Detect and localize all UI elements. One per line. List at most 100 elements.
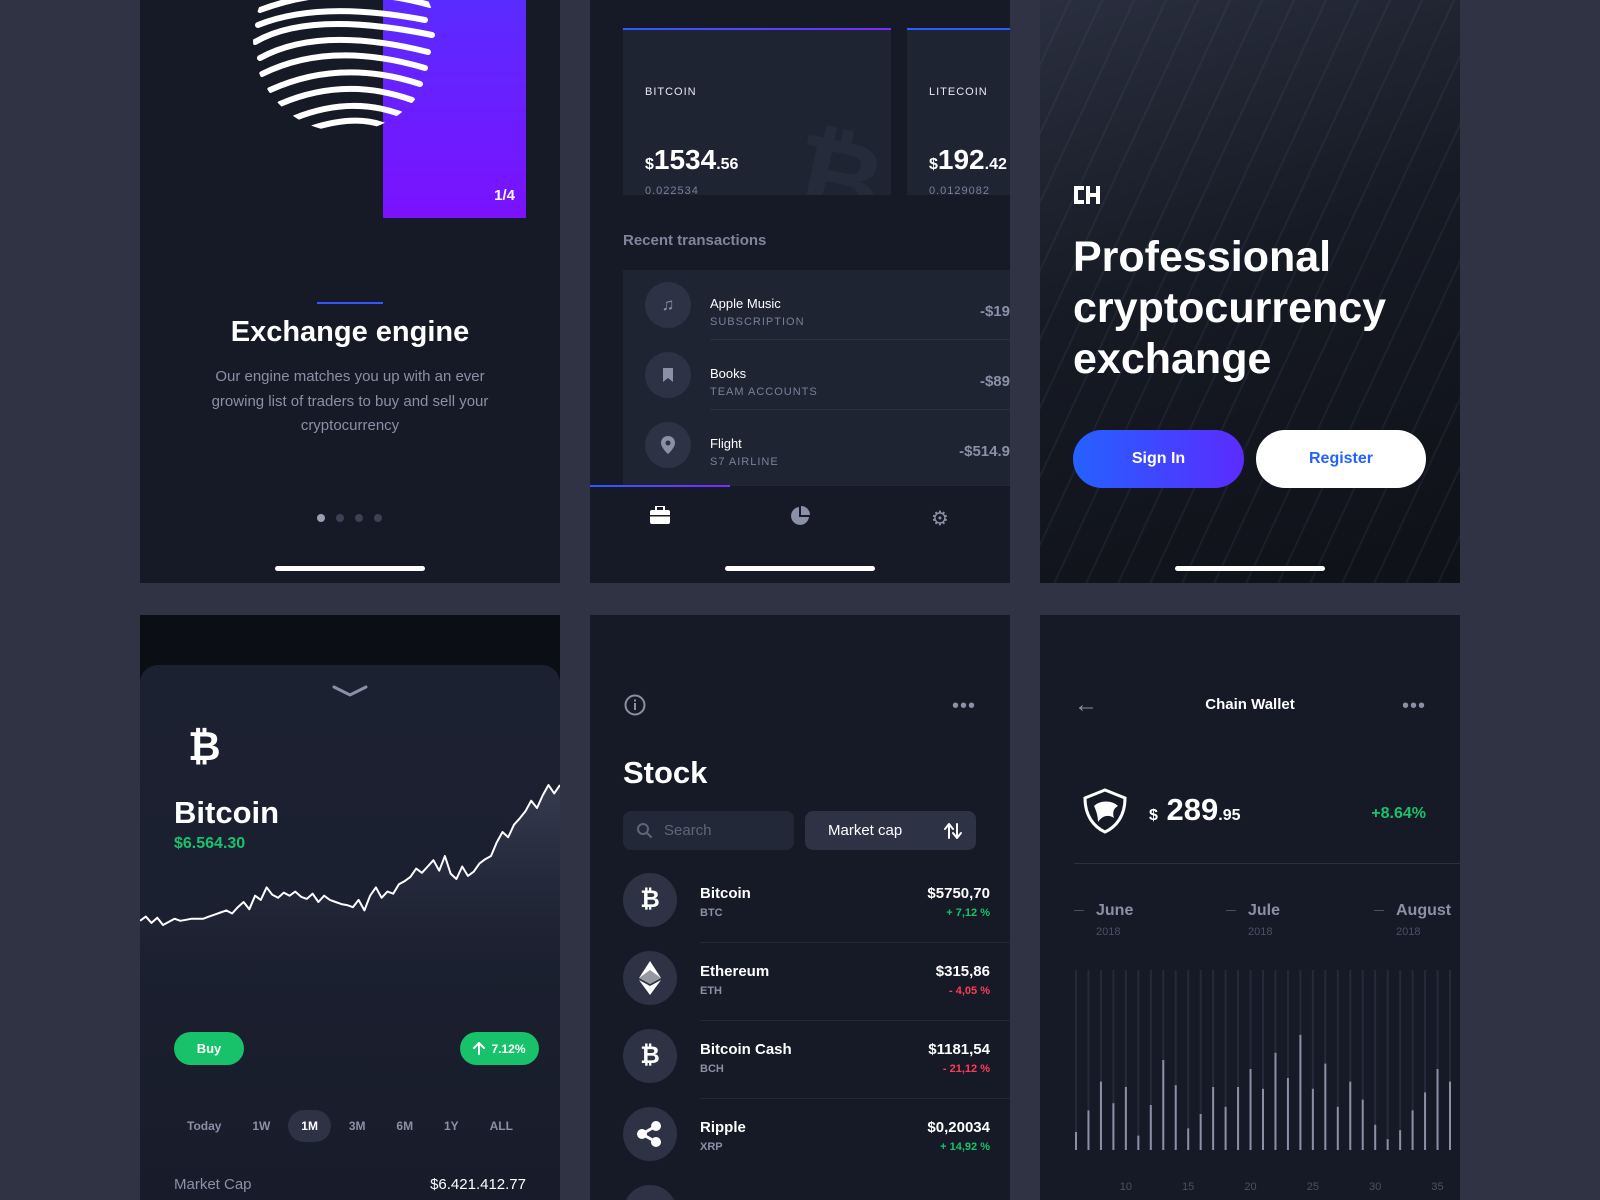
stock-row[interactable]: ₿ Bitcoin BTC $5750,70 + 7,12 % [623, 869, 1010, 947]
range-today[interactable]: Today [174, 1110, 234, 1142]
more-icon[interactable]: ••• [1402, 695, 1426, 718]
price-change-badge: 7.12% [460, 1032, 539, 1065]
transactions-list: ♫ Apple Music SUBSCRIPTION -$19 Books TE… [623, 270, 1010, 485]
wallet-balance: $ 289.95 [1149, 792, 1241, 827]
wallet-bar [1324, 1063, 1327, 1150]
onboarding-description: Our engine matches you up with an ever g… [211, 368, 489, 434]
bookmark-icon [645, 352, 691, 398]
wallet-bar [1199, 1114, 1202, 1150]
bitcoin-icon: ₿ [623, 873, 677, 927]
transaction-category: TEAM ACCOUNTS [710, 386, 818, 398]
investment-card-bitcoin[interactable]: ₿ BITCOIN $1534.56 0.022534 [623, 28, 891, 195]
range-3m[interactable]: 3M [336, 1110, 379, 1142]
investment-card-litecoin[interactable]: LITECOIN $192.42 0.0129082 [907, 28, 1010, 195]
wallet-bar-chart [1075, 970, 1451, 1150]
stock-row[interactable]: Ripple XRP $0,20034 + 14,92 % [623, 1103, 1010, 1181]
month-june[interactable]: June 2018 [1074, 902, 1133, 938]
row-divider [700, 1098, 1010, 1099]
coin-change: - 21,12 % [942, 1063, 990, 1075]
transaction-name: Flight [710, 436, 742, 451]
wallet-bar [1137, 1135, 1140, 1150]
market-cap-label: Market Cap [174, 1176, 252, 1193]
range-all[interactable]: ALL [477, 1110, 526, 1142]
transaction-amount: -$514.9 [959, 443, 1010, 460]
transaction-category: S7 AIRLINE [710, 456, 779, 468]
sign-in-button[interactable]: Sign In [1073, 430, 1244, 488]
onboarding-screen: 1/4 Exchange engine Our engine matches y… [140, 0, 560, 583]
transaction-row[interactable]: ♫ Apple Music SUBSCRIPTION -$19 [623, 270, 1010, 340]
pagination-dot-1[interactable] [317, 514, 325, 522]
search-input[interactable] [664, 822, 774, 839]
wallet-bar [1274, 1052, 1277, 1150]
wallet-bar [1286, 1078, 1289, 1150]
music-icon: ♫ [645, 282, 691, 328]
more-icon[interactable]: ••• [952, 695, 976, 718]
coin-change: + 14,92 % [940, 1141, 990, 1153]
pie-chart-icon [791, 506, 810, 525]
coin-symbol: XRP [700, 1141, 723, 1153]
tab-settings[interactable]: ⚙ [870, 506, 1010, 531]
investment-crypto-amount: 0.022534 [645, 185, 699, 195]
range-1w[interactable]: 1W [239, 1110, 283, 1142]
price-change-value: 7.12% [491, 1041, 526, 1056]
bitcoin-icon: ₿ [188, 725, 221, 769]
range-6m[interactable]: 6M [383, 1110, 426, 1142]
sort-label: Market cap [828, 822, 903, 839]
coin-symbol: ETH [700, 985, 722, 997]
price-line-chart [140, 784, 560, 1005]
search-icon [637, 823, 652, 838]
coin-icon [623, 1185, 677, 1200]
investment-label: BITCOIN [645, 86, 697, 98]
transaction-amount: -$19 [979, 303, 1010, 320]
coin-symbol: BTC [700, 907, 723, 919]
time-range-selector: Today 1W 1M 3M 6M 1Y ALL [174, 1110, 526, 1142]
month-jule[interactable]: Jule 2018 [1226, 902, 1280, 938]
bar-track [1386, 970, 1389, 1150]
month-august[interactable]: August 2018 [1374, 902, 1451, 938]
tab-analytics[interactable] [730, 506, 870, 532]
home-indicator[interactable] [275, 566, 425, 571]
register-button[interactable]: Register [1256, 430, 1426, 488]
pagination-dot-2[interactable] [336, 514, 344, 522]
axis-tick-label: 10 [1120, 1181, 1132, 1193]
transaction-row[interactable]: Books TEAM ACCOUNTS -$89 [623, 340, 1010, 410]
home-indicator[interactable] [725, 566, 875, 571]
recent-transactions-title: Recent transactions [623, 232, 767, 249]
buy-button[interactable]: Buy [174, 1032, 244, 1065]
bar-track [1374, 970, 1377, 1150]
coin-change: + 7,12 % [946, 907, 990, 919]
transaction-amount: -$89 [979, 373, 1010, 390]
stock-row[interactable] [623, 1181, 1010, 1200]
range-1y[interactable]: 1Y [431, 1110, 472, 1142]
portfolio-screen: ₿ BITCOIN $1534.56 0.022534 LITECOIN $19… [590, 0, 1010, 583]
wallet-bar [1262, 1088, 1264, 1150]
active-tab-indicator [590, 485, 730, 487]
investment-label: LITECOIN [929, 86, 988, 98]
stock-row[interactable]: ₿ Bitcoin Cash BCH $1181,54 - 21,12 % [623, 1025, 1010, 1103]
wallet-bar [1361, 1099, 1364, 1150]
row-divider [700, 942, 1010, 943]
bar-track [1137, 970, 1140, 1150]
chart-area-fill [140, 785, 560, 1005]
sort-dropdown[interactable]: Market cap [805, 811, 976, 850]
chevron-down-icon[interactable] [330, 683, 370, 699]
ripple-icon [623, 1107, 677, 1161]
range-1m[interactable]: 1M [288, 1110, 331, 1142]
info-icon[interactable] [624, 694, 646, 716]
wallet-change: +8.64% [1371, 805, 1426, 822]
bitcoin-watermark-icon: ₿ [781, 110, 891, 195]
tab-portfolio[interactable] [590, 505, 730, 530]
home-indicator[interactable] [1175, 566, 1325, 571]
wallet-bar [1099, 1081, 1102, 1150]
onboarding-title: Exchange engine [230, 316, 470, 348]
axis-tick-label: 25 [1307, 1181, 1319, 1193]
stock-row[interactable]: Ethereum ETH $315,86 - 4,05 % [623, 947, 1010, 1025]
coin-symbol: BCH [700, 1063, 724, 1075]
wallet-bar [1249, 1069, 1252, 1150]
page-title: Chain Wallet [1205, 696, 1295, 713]
pagination-dot-3[interactable] [355, 514, 363, 522]
wallet-screen: ← Chain Wallet ••• $ 289.95 +8.64% June … [1040, 615, 1460, 1200]
pagination-dot-4[interactable] [374, 514, 382, 522]
wallet-bar [1436, 1069, 1439, 1150]
transaction-row[interactable]: Flight S7 AIRLINE -$514.9 [623, 410, 1010, 480]
